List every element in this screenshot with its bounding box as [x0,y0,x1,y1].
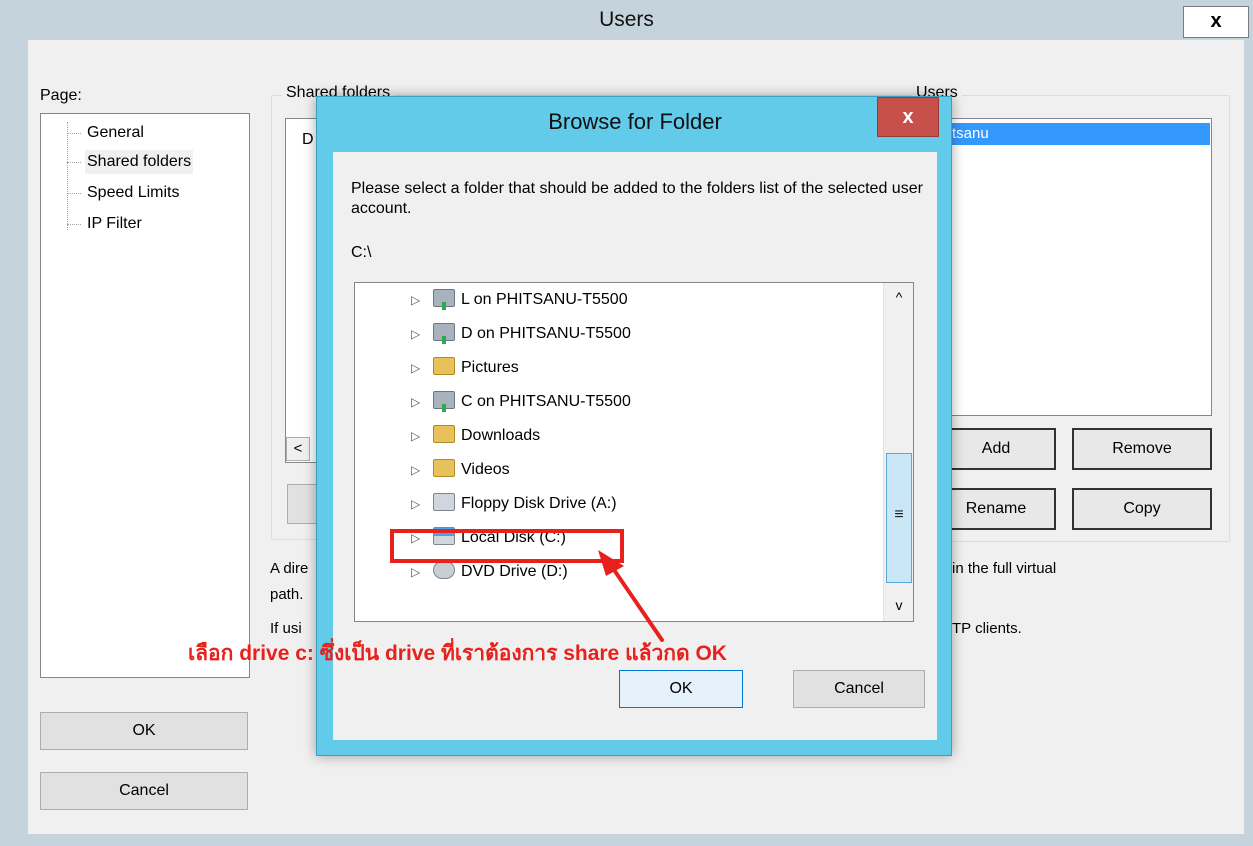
folder-item-c-on-phitsanu[interactable]: ▷ C on PHITSANU-T5500 [411,385,631,419]
expand-arrow-icon[interactable]: ▷ [411,317,433,351]
expand-arrow-icon[interactable]: ▷ [411,487,433,521]
dvd-drive-icon [433,561,455,579]
folder-tree-scrollbar[interactable]: ^ ≡ v [883,283,913,621]
tree-connector [67,122,68,230]
folder-label: Pictures [461,359,519,376]
floppy-drive-icon [433,493,455,511]
expand-arrow-icon[interactable]: ▷ [411,453,433,487]
info-text-line1-start: A dire [270,560,309,577]
folder-item-pictures[interactable]: ▷ Pictures [411,351,519,385]
users-cancel-button[interactable]: Cancel [40,772,248,810]
expand-arrow-icon[interactable]: ▷ [411,419,433,453]
folder-item-videos[interactable]: ▷ Videos [411,453,510,487]
page-item-ip-filter[interactable]: IP Filter [85,212,144,236]
info-text-line3-start: If usi [270,620,302,637]
page-label: Page: [40,87,82,104]
folder-tree[interactable]: ▷ L on PHITSANU-T5500 ▷ D on PHITSANU-T550… [354,282,914,622]
network-drive-icon [433,323,455,344]
users-list[interactable]: tsanu [936,118,1212,416]
users-close-button[interactable]: x [1183,6,1249,38]
folder-item-floppy[interactable]: ▷ Floppy Disk Drive (A:) [411,487,617,521]
downloads-folder-icon [433,425,455,443]
window-frame-bottom [0,834,1253,846]
folder-label: Downloads [461,427,541,444]
expand-arrow-icon[interactable]: ▷ [411,283,433,317]
folder-item-d-on-phitsanu[interactable]: ▷ D on PHITSANU-T5500 [411,317,631,351]
network-drive-icon [433,289,455,310]
page-item-shared-folders[interactable]: Shared folders [85,150,194,174]
scroll-down-arrow-icon[interactable]: v [884,591,913,619]
remove-user-button[interactable]: Remove [1072,428,1212,470]
page-item-speed-limits[interactable]: Speed Limits [85,181,182,205]
page-item-general[interactable]: General [85,121,146,145]
pictures-folder-icon [433,357,455,375]
browse-close-button[interactable]: x [877,97,939,137]
folder-item-l-on-phitsanu[interactable]: ▷ L on PHITSANU-T5500 [411,283,628,317]
folder-label: Floppy Disk Drive (A:) [461,495,617,512]
expand-arrow-icon[interactable]: ▷ [411,385,433,419]
window-frame-left [0,40,28,846]
tree-connector [67,133,81,134]
tree-connector [67,193,81,194]
users-ok-button[interactable]: OK [40,712,248,750]
expand-arrow-icon[interactable]: ▷ [411,351,433,385]
scroll-up-arrow-icon[interactable]: ^ [884,283,913,311]
current-path: C:\ [351,244,372,261]
browse-cancel-button[interactable]: Cancel [793,670,925,708]
info-text-line1-end: in the full virtual [952,560,1057,577]
folder-item-downloads[interactable]: ▷ Downloads [411,419,540,453]
user-list-item[interactable]: tsanu [938,123,1210,145]
annotation-text: เลือก drive c: ซึ่งเป็น drive ที่เราต้อง… [188,642,727,665]
folder-label: Videos [461,461,510,478]
network-drive-icon [433,391,455,412]
browse-dialog-title: Browse for Folder [548,109,722,134]
folder-label: DVD Drive (D:) [461,563,568,580]
tree-connector [67,162,81,163]
tree-connector [67,224,81,225]
browse-description: Please select a folder that should be ad… [351,180,923,217]
folder-label: L on PHITSANU-T5500 [461,291,628,308]
browse-ok-button[interactable]: OK [619,670,743,708]
annotation-highlight-box [390,529,624,563]
folder-label: C on PHITSANU-T5500 [461,393,631,410]
page-tree[interactable]: General Shared folders Speed Limits IP F… [40,113,250,678]
add-user-button[interactable]: Add [936,428,1056,470]
shared-folders-column-header[interactable]: D [302,131,314,149]
videos-folder-icon [433,459,455,477]
folder-label: D on PHITSANU-T5500 [461,325,631,342]
window-frame-right [1244,40,1253,846]
rename-user-button[interactable]: Rename [936,488,1056,530]
shared-folders-scroll-left[interactable]: < [286,437,310,461]
scroll-thumb[interactable]: ≡ [886,453,912,583]
info-text-line2: path. [270,586,304,603]
copy-user-button[interactable]: Copy [1072,488,1212,530]
info-text-line3-end: TP clients. [952,620,1022,637]
users-window-title: Users [599,8,654,31]
